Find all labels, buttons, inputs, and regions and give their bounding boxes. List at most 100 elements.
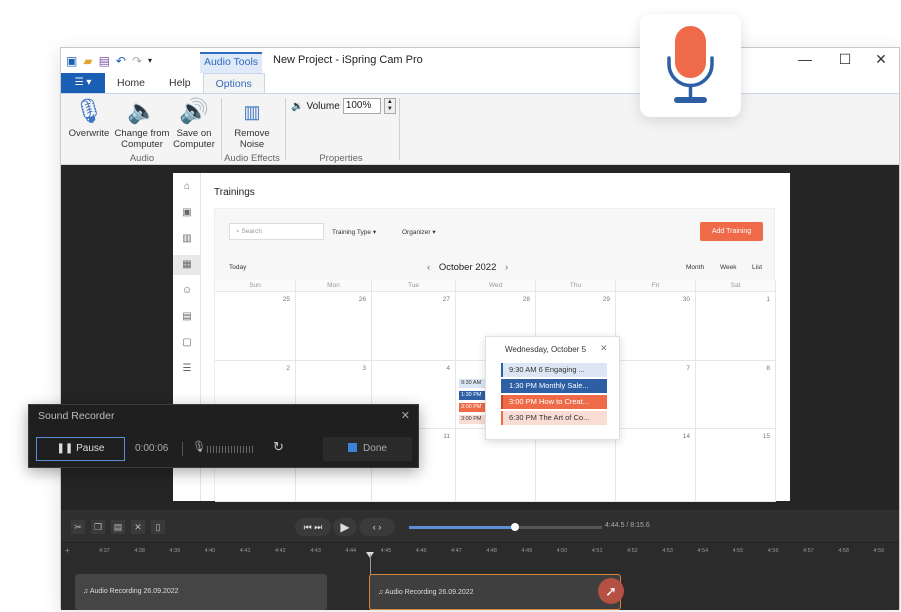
volume-spinner[interactable]: ▲ ▼ [383, 98, 396, 114]
popup-event[interactable]: 1:30 PM Monthly Sale... [501, 379, 607, 393]
ribbon-separator [399, 98, 400, 160]
clipboard-icon[interactable]: ▤ [173, 311, 201, 322]
calendar-icon[interactable]: ▦ [173, 255, 201, 275]
file-menu-button[interactable]: ☰ ▾ [61, 73, 105, 93]
day-cell[interactable]: 26 [296, 292, 372, 361]
add-track-icon[interactable]: + [65, 546, 70, 555]
frame-step-buttons[interactable]: ‹ › [359, 518, 395, 536]
day-cell[interactable]: 7 [616, 361, 696, 429]
search-input[interactable]: ⌕ Search [229, 223, 324, 240]
audio-clip[interactable]: ♫ Audio Recording 26.09.2022 [75, 574, 327, 610]
audio-clip-selected[interactable]: ♫ Audio Recording 26.09.2022 [369, 574, 621, 610]
chart-icon[interactable]: ▥ [173, 233, 201, 244]
weekday-header: Mon [296, 280, 372, 292]
organizer-dropdown[interactable]: Organizer ▾ [402, 228, 436, 236]
training-type-dropdown[interactable]: Training Type ▾ [332, 228, 376, 236]
mini-event[interactable]: 9:30 AM [459, 379, 487, 388]
message-icon[interactable]: ▢ [173, 337, 201, 348]
prev-month-icon[interactable]: ‹ [427, 262, 430, 273]
day-cell[interactable]: 8 [696, 361, 776, 429]
day-cell[interactable]: 30 [616, 292, 696, 361]
page-title: Trainings [214, 187, 255, 198]
save-on-computer-button[interactable]: 🔊 Save on Computer [171, 98, 217, 150]
day-events-popup: Wednesday, October 5 ✕ 9:30 AM 6 Engagin… [485, 336, 620, 440]
weekday-header: Wed [456, 280, 536, 292]
day-cell[interactable]: 25 [215, 292, 296, 361]
timeline-tick: 4:44 [345, 548, 357, 554]
change-from-computer-button[interactable]: 🔈 Change from Computer [113, 98, 171, 150]
close-button[interactable]: ✕ [871, 51, 891, 68]
speaker-save-icon: 🔊 [179, 98, 209, 125]
remove-label-2: Noise [239, 139, 265, 150]
play-button[interactable]: ▶ [333, 518, 357, 536]
book-icon[interactable]: ▣ [173, 207, 201, 218]
done-button[interactable]: Done [323, 437, 412, 461]
save-icon[interactable]: ▤ [99, 55, 110, 67]
tab-help[interactable]: Help [157, 73, 203, 93]
day-cell[interactable]: 14 [616, 429, 696, 502]
popup-event[interactable]: 6:30 PM The Art of Co... [501, 411, 607, 425]
mini-event[interactable]: 1:30 PM [459, 391, 487, 400]
minimize-button[interactable]: — [795, 51, 815, 67]
copy-icon[interactable]: ❐ [91, 520, 105, 534]
stop-icon [348, 443, 358, 452]
popup-close-icon[interactable]: ✕ [600, 343, 608, 354]
ribbon-separator [285, 98, 286, 160]
restart-icon[interactable]: ↻ [273, 439, 284, 455]
timeline-tick: 4:52 [627, 548, 638, 554]
add-training-button[interactable]: Add Training [700, 222, 763, 241]
recorder-close-icon[interactable]: ✕ [401, 409, 410, 422]
timeline-tick: 4:39 [169, 548, 181, 554]
view-month[interactable]: Month [686, 264, 704, 271]
timeline-tick: 4:59 [873, 548, 885, 554]
tab-options[interactable]: Options [202, 73, 265, 93]
timeline-panel: ✂ ❐ ▤ ✕ ▯ ⏮ ⏭ ▶ ‹ › 4:44.5 / 8:15.6 + 4:… [61, 510, 899, 610]
waveform-icon: ▥ [243, 102, 261, 122]
view-list[interactable]: List [752, 264, 762, 271]
change-label-1: Change from [114, 128, 170, 139]
cut-icon[interactable]: ✂ [71, 520, 85, 534]
month-navigator: ‹ October 2022 › [427, 262, 508, 273]
tab-home[interactable]: Home [105, 73, 157, 93]
users-icon[interactable]: ☺ [173, 285, 201, 296]
skip-buttons[interactable]: ⏮ ⏭ [295, 518, 331, 536]
delete-icon[interactable]: ✕ [131, 520, 145, 534]
remove-noise-button[interactable]: ▥ Remove Noise [227, 98, 277, 150]
paste-icon[interactable]: ▤ [111, 520, 125, 534]
search-placeholder: Search [241, 228, 263, 235]
day-cell[interactable]: 1 [696, 292, 776, 361]
mini-event[interactable]: 3:00 PM [459, 403, 487, 412]
overwrite-button[interactable]: 🎙 Overwrite [67, 98, 111, 139]
timeline-ruler[interactable]: + 4:37 4:38 4:39 4:40 4:41 4:42 4:43 4:44 4:45 4:… [61, 546, 899, 560]
microphone-icon[interactable]: 🎙 [192, 440, 206, 453]
quick-access-toolbar: ▣ ▰ ▤ ↶ ↷ ▾ [61, 48, 152, 73]
weekday-header: Thu [536, 280, 616, 292]
split-icon[interactable]: ▯ [151, 520, 165, 534]
day-cell[interactable]: 15 [696, 429, 776, 502]
popup-header: Wednesday, October 5 [505, 345, 587, 354]
volume-input[interactable]: 100% [342, 98, 381, 114]
today-button[interactable]: Today [229, 264, 246, 271]
popup-event[interactable]: 3:00 PM How to Creat... [501, 395, 607, 409]
clip-label: Audio Recording 26.09.2022 [89, 588, 179, 595]
timeline-tick: 4:57 [803, 548, 814, 554]
next-month-icon[interactable]: › [505, 262, 508, 273]
open-folder-icon[interactable]: ▰ [83, 55, 92, 67]
clip-label: Audio Recording 26.09.2022 [384, 589, 474, 596]
view-week[interactable]: Week [720, 264, 737, 271]
month-label: October 2022 [438, 262, 497, 273]
maximize-button[interactable]: ☐ [835, 51, 855, 68]
undo-icon[interactable]: ↶ [116, 55, 126, 67]
pause-button[interactable]: ❚❚ Pause [36, 437, 125, 461]
popup-event[interactable]: 9:30 AM 6 Engaging ... [501, 363, 607, 377]
day-cell[interactable]: 27 [372, 292, 456, 361]
mini-event[interactable]: 3:00 PM [459, 415, 487, 424]
home-icon[interactable]: ⌂ [173, 181, 201, 192]
settings-sliders-icon[interactable]: ☰ [173, 363, 201, 374]
playback-progress[interactable] [409, 523, 602, 531]
timeline-tick: 4:46 [415, 548, 427, 554]
speaker-change-icon: 🔈 [127, 98, 157, 125]
customize-qa-icon[interactable]: ▾ [148, 55, 152, 67]
redo-icon[interactable]: ↷ [132, 55, 142, 67]
progress-knob[interactable] [511, 523, 519, 531]
